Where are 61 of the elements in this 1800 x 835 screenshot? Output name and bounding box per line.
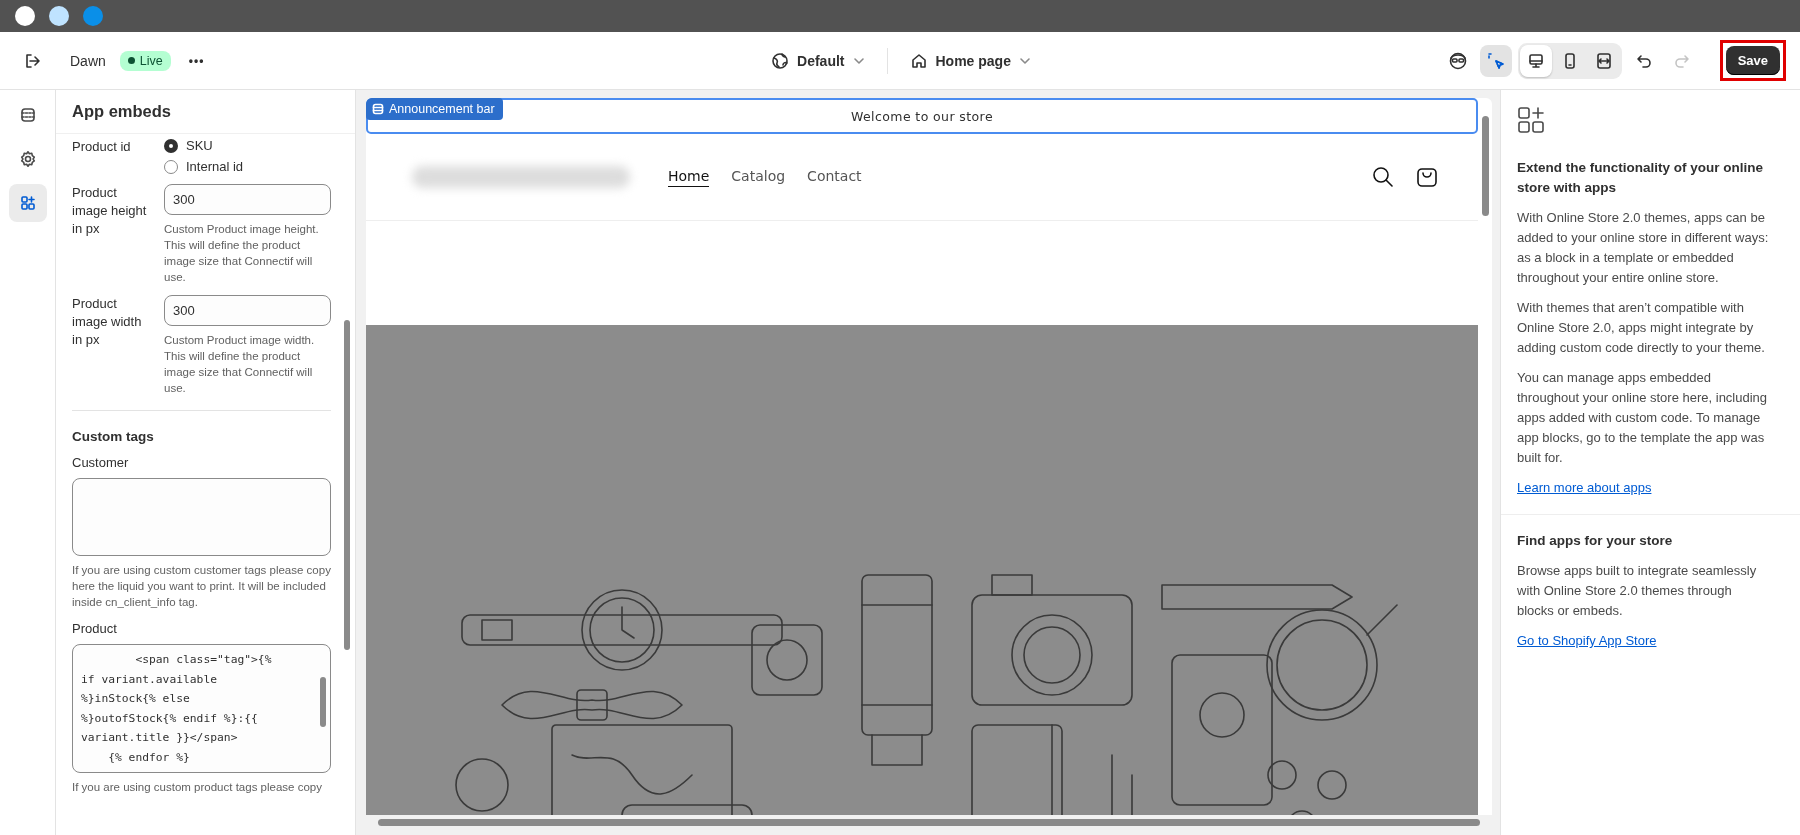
- apps-tab[interactable]: [8, 184, 47, 222]
- selection-cursor-icon: [1486, 51, 1505, 70]
- bag-icon: [1416, 166, 1438, 188]
- section-heading: Find apps for your store: [1517, 532, 1674, 550]
- field-label: Product image width in px: [72, 295, 143, 349]
- help-text: Custom Product image height. This will define the product image size that Connectif will use.: [164, 222, 320, 285]
- more-button[interactable]: •••: [188, 53, 205, 68]
- app-blocks-icon: [1517, 106, 1545, 134]
- live-badge: Live: [119, 50, 171, 71]
- sections-icon: [18, 106, 37, 124]
- radio-option[interactable]: Internal id: [164, 159, 331, 174]
- window-control-dot[interactable]: [83, 6, 103, 26]
- field-label: Product: [72, 620, 118, 638]
- globe-icon: [771, 51, 790, 70]
- info-paragraph: With Online Store 2.0 themes, apps can be added to your online store in different ways: as a block in a template or embedded throughout your entire online store.: [1517, 209, 1770, 287]
- code-field[interactable]: <span class="tag">{% if variant.available %}inStock{% else %}outofStock{% endif %}:{{ variant.title }}</span> {% endfor %}: [72, 644, 331, 773]
- number-field[interactable]: 300: [164, 184, 331, 215]
- template-dropdown[interactable]: Home page: [899, 45, 1041, 76]
- search-icon: [1372, 166, 1394, 188]
- theme-name: Dawn: [70, 52, 106, 69]
- face-icon: [1447, 50, 1468, 71]
- window-control-dot[interactable]: [15, 6, 35, 26]
- desktop-icon: [1526, 51, 1545, 70]
- field-label: Product id: [72, 138, 132, 156]
- field-label: Product image height in px: [72, 184, 148, 238]
- sections-icon: [372, 103, 384, 115]
- info-paragraph: You can manage apps embedded throughout your online store here, including apps added with custom code. To manage app blocks, go to the template the app was built for.: [1517, 369, 1769, 467]
- full-width-icon: [1594, 51, 1613, 70]
- help-text: If you are using custom customer tags please copy here the liquid you want to print. It will be included inside cn_client_info tag.: [72, 563, 331, 610]
- text-area[interactable]: [72, 478, 331, 556]
- help-link[interactable]: Go to Shopify App Store: [1517, 631, 1657, 651]
- desktop-view-button[interactable]: [1519, 44, 1552, 77]
- radio-option[interactable]: SKU: [164, 138, 331, 153]
- exit-icon: [23, 51, 41, 70]
- announcement-bar[interactable]: Announcement bar Welcome to our store: [366, 98, 1478, 134]
- field-label: Customer: [72, 454, 130, 472]
- settings-icon: [18, 150, 37, 168]
- announcement-text: Welcome to our store: [851, 108, 993, 124]
- info-paragraph: Browse apps built to integrate seamlessly with Online Store 2.0 themes through blocks or embeds.: [1517, 562, 1758, 620]
- nav-link[interactable]: Catalog: [731, 167, 786, 187]
- help-text: If you are using custom product tags please copy: [72, 780, 323, 795]
- help-text: Custom Product image width. This will define the product image size that Connectif will use.: [164, 333, 316, 396]
- inspector-toggle[interactable]: [1479, 44, 1512, 77]
- nav-link[interactable]: Home: [668, 167, 710, 187]
- section-heading: Extend the functionality of your online store with apps: [1517, 159, 1764, 197]
- scrollbar-thumb[interactable]: [1482, 116, 1489, 216]
- radio-button[interactable]: [164, 138, 178, 153]
- home-icon: [909, 51, 928, 70]
- language-dropdown[interactable]: Default: [761, 45, 875, 76]
- info-paragraph: With themes that aren’t compatible with Online Store 2.0, apps might integrate by adding custom code directly to your theme.: [1517, 299, 1766, 357]
- number-field[interactable]: 300: [164, 295, 331, 326]
- help-link[interactable]: Learn more about apps: [1517, 478, 1652, 498]
- app-blocks-icon: [18, 194, 37, 212]
- window-control-dot[interactable]: [49, 6, 69, 26]
- section-label: Announcement bar: [366, 98, 503, 120]
- scrollbar-thumb[interactable]: [378, 818, 1480, 826]
- section-heading: Custom tags: [72, 429, 155, 444]
- panel-title: App embeds: [56, 90, 355, 134]
- scrollbar-thumb[interactable]: [344, 320, 350, 650]
- nav-link[interactable]: Contact: [807, 167, 862, 187]
- save-button[interactable]: Save: [1725, 46, 1780, 75]
